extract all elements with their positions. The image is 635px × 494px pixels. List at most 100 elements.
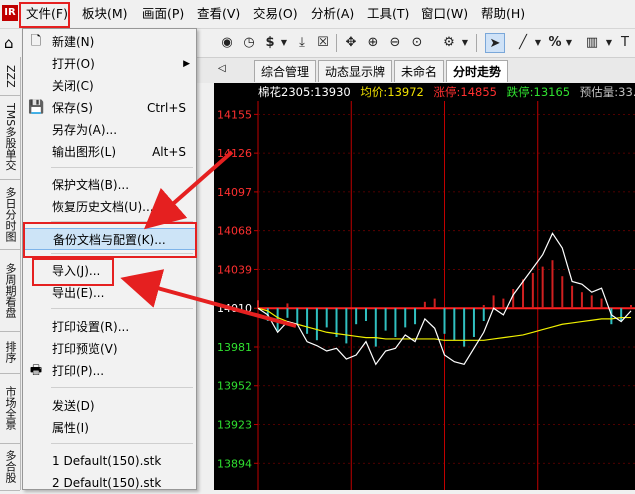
file-menu-label: 打开(O) [52, 57, 95, 71]
side-tab-0[interactable]: ZZZ [0, 57, 20, 96]
side-tab-3[interactable]: 多周期看盘 [0, 249, 20, 332]
volume-bar-down [315, 308, 318, 341]
volume-bar-up [551, 260, 554, 309]
menu-item-1[interactable]: 板块(M) [82, 0, 128, 28]
move-icon[interactable]: ✥ [342, 33, 360, 53]
clock-icon[interactable]: ◷ [240, 33, 258, 53]
file-menu-item-7[interactable]: 恢复历史文档(U)... [23, 196, 196, 218]
avg-price-label: 均价:13972 [360, 85, 424, 99]
file-menu-item-15[interactable]: 属性(I) [23, 417, 196, 439]
y-tick-label: 13923 [217, 419, 252, 432]
tab-scroll-left-icon[interactable]: ◁ [218, 63, 226, 74]
menu-item-6[interactable]: 工具(T) [367, 0, 409, 28]
limit-down-label: 跌停:13165 [506, 85, 571, 99]
volume-bar-up [492, 295, 495, 309]
file-menu-label: 1 Default(150).stk [52, 454, 162, 468]
settings-gear-icon[interactable]: ⚙ [440, 33, 458, 53]
menu-item-3[interactable]: 查看(V) [197, 0, 240, 28]
ruler-icon[interactable]: ▥ [581, 33, 603, 53]
chart-info-line: 棉花2305:13930 均价:13972 涨停:14855 跌停:13165 … [214, 83, 635, 101]
volume-bar-down [286, 308, 289, 318]
download-icon[interactable]: ⤓ [293, 33, 311, 53]
y-tick-label: 14097 [217, 186, 252, 199]
menu-bar: IR 文件(F) 板块(M) 画面(P) 查看(V) 交易(O) 分析(A) 工具(T) 窗口… [0, 0, 635, 29]
tab-untitled[interactable]: 未命名 [394, 60, 445, 82]
percent-icon[interactable]: % [547, 33, 563, 53]
zoom-in-icon[interactable]: ⊕ [364, 33, 382, 53]
volume-bar-up [580, 292, 583, 309]
highlight-file-menu [19, 2, 70, 28]
volume-bar-down [394, 308, 397, 338]
file-menu-item-1[interactable]: 打开(O) ▶ [23, 53, 196, 75]
dropdown-arrow-icon[interactable]: ▼ [604, 33, 614, 53]
file-menu-label: 保护文档(B)... [52, 178, 130, 192]
tab-overview[interactable]: 综合管理 [254, 60, 317, 82]
menu-item-2[interactable]: 画面(P) [142, 0, 184, 28]
side-tab-2[interactable]: 多日分时图 [0, 179, 20, 250]
file-menu-label: 关闭(C) [52, 79, 94, 93]
play-circle-icon[interactable]: ◉ [218, 33, 236, 53]
instrument-label: 棉花2305:13930 [258, 85, 351, 99]
volume-bar-down [364, 308, 367, 322]
home-icon[interactable]: ⌂ [4, 35, 14, 51]
side-tab-6[interactable]: 多合股 [0, 443, 20, 491]
volume-bar-up [512, 289, 515, 309]
volume-bar-up [423, 301, 426, 309]
file-menu-label: 属性(I) [52, 421, 89, 435]
text-tool-icon[interactable]: T [618, 33, 632, 53]
close-box-icon[interactable]: ☒ [314, 33, 332, 53]
file-menu-item-17[interactable]: 2 Default(150).stk [23, 472, 196, 494]
file-menu-item-14[interactable]: 发送(D) [23, 395, 196, 417]
menu-item-8[interactable]: 帮助(H) [481, 0, 525, 28]
dropdown-arrow-icon[interactable]: ▼ [460, 33, 470, 53]
volume-bar-up [433, 298, 436, 309]
volume-bar-up [531, 273, 534, 309]
file-menu-item-2[interactable]: 关闭(C) [23, 75, 196, 97]
file-menu-item-4[interactable]: 另存为(A)... [23, 119, 196, 141]
volume-bar-down [620, 308, 623, 322]
volume-bar-down [414, 308, 417, 325]
file-menu-item-13[interactable]: 🖶 打印(P)... [23, 360, 196, 382]
file-menu-label: 恢复历史文档(U)... [52, 200, 154, 214]
volume-bar-down [325, 308, 328, 328]
file-menu-item-5[interactable]: 输出图形(L) Alt+S [23, 141, 196, 163]
volume-bar-down [374, 308, 377, 347]
limit-up-label: 涨停:14855 [433, 85, 497, 99]
zoom-reset-icon[interactable]: ⊙ [408, 33, 426, 53]
dropdown-arrow-icon[interactable]: ▼ [564, 33, 574, 53]
file-menu-item-6[interactable]: 保护文档(B)... [23, 174, 196, 196]
side-tab-5[interactable]: 市场全景 [0, 373, 20, 444]
save-icon: 💾 [28, 100, 45, 115]
file-menu-label: 2 Default(150).stk [52, 476, 162, 490]
intraday-chart[interactable]: 14155 14126 14097 14068 14039 14010 13981 13952… [214, 83, 635, 490]
y-tick-label: 13894 [217, 457, 252, 470]
dropdown-arrow-icon[interactable]: ▼ [279, 33, 289, 53]
menu-item-7[interactable]: 窗口(W) [421, 0, 468, 28]
file-menu-label: 新建(N) [52, 35, 95, 49]
file-menu-item-12[interactable]: 打印预览(V) [23, 338, 196, 360]
file-menu-item-11[interactable]: 打印设置(R)... [23, 316, 196, 338]
volume-bar-up [571, 285, 574, 309]
volume-bar-up [482, 305, 485, 309]
file-menu-item-3[interactable]: 💾 保存(S) Ctrl+S [23, 97, 196, 119]
side-tab-1[interactable]: TMS多股单交 [0, 95, 20, 180]
y-tick-label: 14039 [217, 263, 252, 276]
shortcut-label: Ctrl+S [146, 101, 186, 115]
menu-item-4[interactable]: 交易(O) [253, 0, 298, 28]
file-menu-item-0[interactable]: 🗋 新建(N) [23, 31, 196, 53]
menu-item-5[interactable]: 分析(A) [311, 0, 354, 28]
line-draw-icon[interactable]: ╱ [514, 33, 532, 53]
tab-intraday-chart[interactable]: 分时走势 [446, 60, 509, 82]
dollar-icon[interactable]: $ [262, 33, 278, 53]
volume-bar-down [276, 308, 279, 331]
file-menu-item-16[interactable]: 1 Default(150).stk [23, 450, 196, 472]
zoom-out-icon[interactable]: ⊖ [386, 33, 404, 53]
volume-bar-up [561, 276, 564, 309]
volume-bar-down [384, 308, 387, 331]
chart-canvas: 14155 14126 14097 14068 14039 14010 13981 13952… [217, 101, 635, 490]
volume-bar-down [453, 308, 456, 341]
pointer-arrow-icon[interactable]: ➤ [485, 33, 505, 53]
tab-dynamic-board[interactable]: 动态显示牌 [318, 60, 393, 82]
dropdown-arrow-icon[interactable]: ▼ [533, 33, 543, 53]
side-tab-4[interactable]: 排序 [0, 331, 20, 374]
